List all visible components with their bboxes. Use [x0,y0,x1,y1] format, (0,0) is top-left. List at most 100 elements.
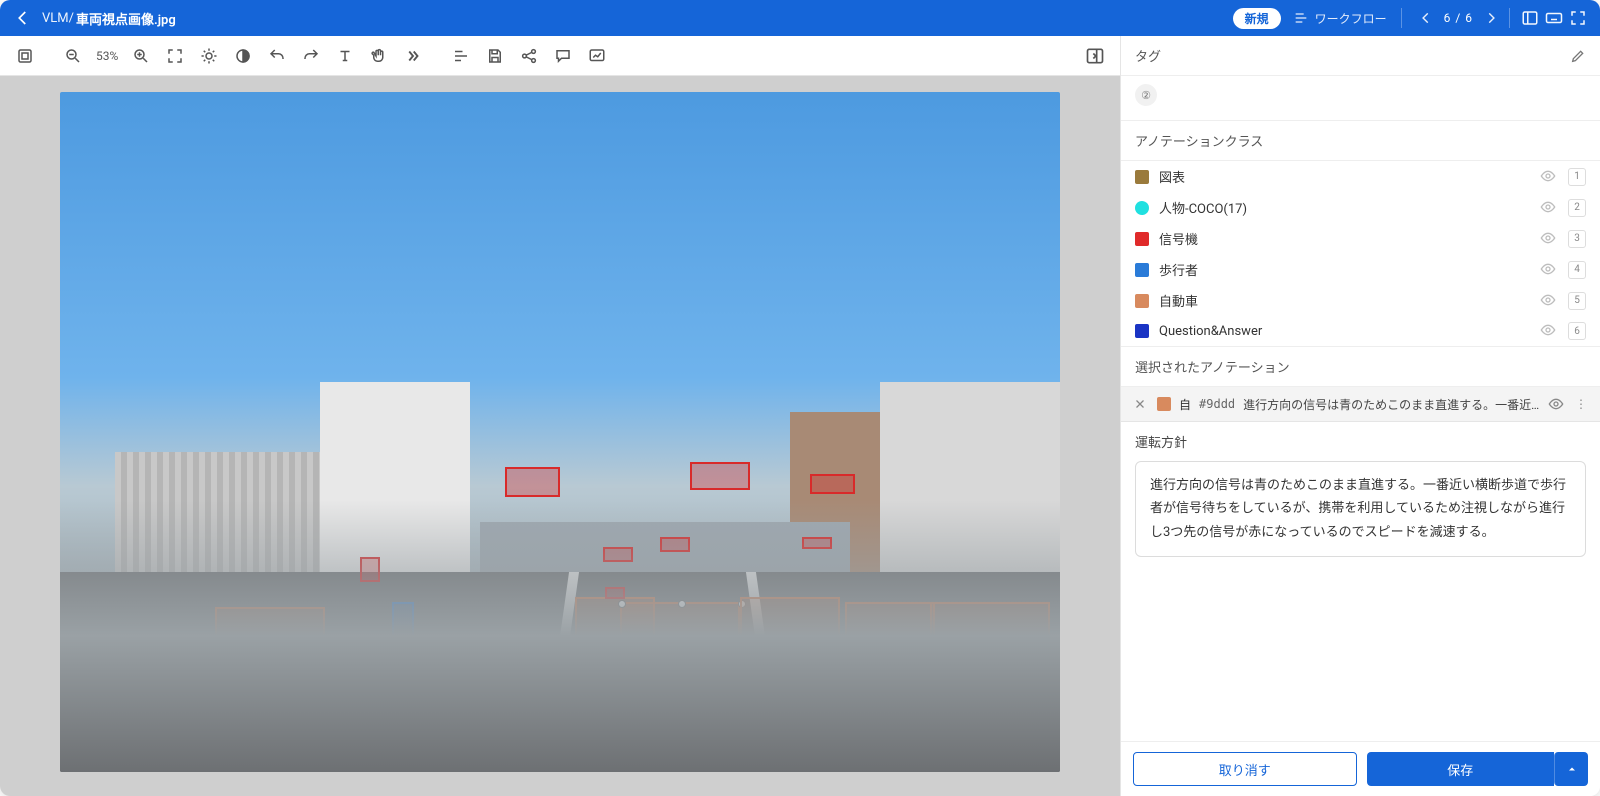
text-tool-icon[interactable] [330,41,360,71]
fullscreen-icon[interactable] [1566,6,1590,30]
visibility-toggle-icon[interactable] [1540,199,1558,217]
class-shortcut: 6 [1568,322,1586,340]
class-swatch [1135,294,1149,308]
canvas-area[interactable] [0,76,1120,796]
keyboard-icon[interactable] [1542,6,1566,30]
attribute-text-input[interactable]: 進行方向の信号は青のためこのまま直進する。一番近い横断歩道で歩行者が信号待ちをし… [1135,461,1586,557]
class-row[interactable]: 図表 1 [1121,161,1600,192]
deselect-icon[interactable] [1131,395,1149,413]
sig-bbox[interactable] [505,467,560,497]
selected-annotations-title: 選択されたアノテーション [1121,346,1600,387]
pan-tool-icon[interactable] [364,41,394,71]
class-label: Question&Answer [1159,324,1530,339]
class-label: 歩行者 [1159,260,1530,279]
class-row[interactable]: 歩行者 4 [1121,254,1600,285]
visibility-toggle-icon[interactable] [1540,292,1558,310]
panel-toggle-icon[interactable] [1518,6,1542,30]
selected-preview-text: 進行方向の信号は青のためこのまま直進する。一番近い横断… [1243,396,1540,413]
contrast-icon[interactable] [228,41,258,71]
breadcrumb-folder[interactable]: VLM/ [42,11,74,26]
sig-bbox[interactable] [690,462,750,490]
resize-handle[interactable] [618,710,626,718]
status-pill-new[interactable]: 新規 [1233,8,1281,29]
resize-handle[interactable] [618,655,626,663]
class-row[interactable]: 信号機 3 [1121,223,1600,254]
tags-title: タグ [1135,46,1161,65]
car-bbox[interactable] [930,602,1050,682]
save-icon[interactable] [480,41,510,71]
comment-icon[interactable] [548,41,578,71]
class-row[interactable]: Question&Answer 6 [1121,316,1600,346]
workflow-menu[interactable]: ワークフロー [1293,10,1387,27]
select-mode-icon[interactable] [10,41,40,71]
next-item-button[interactable] [1481,8,1501,28]
class-shortcut: 1 [1568,168,1586,186]
page-counter: 6 / 6 [1444,11,1473,25]
selected-class-short: 自 [1179,396,1191,413]
save-button[interactable]: 保存 [1367,752,1555,786]
more-tools-icon[interactable] [398,41,428,71]
class-row[interactable]: 自動車 5 [1121,285,1600,316]
breadcrumb: VLM/ 車両視点画像.jpg [42,9,176,28]
resize-handle[interactable] [738,710,746,718]
brightness-icon[interactable] [194,41,224,71]
visibility-toggle-icon[interactable] [1540,230,1558,248]
back-button[interactable] [10,5,36,31]
sig-bbox[interactable] [802,537,832,549]
undo-icon[interactable] [262,41,292,71]
sig-bbox[interactable] [605,587,625,599]
sig-bbox[interactable] [660,537,690,552]
class-shortcut: 5 [1568,292,1586,310]
tag-chip[interactable]: ② [1135,84,1157,106]
car-bbox[interactable] [740,597,840,677]
classes-title: アノテーションクラス [1135,131,1263,150]
cancel-button[interactable]: 取り消す [1133,752,1357,786]
selected-id: #9ddd [1199,397,1235,411]
selected-swatch [1157,397,1171,411]
ped-bbox[interactable] [392,602,414,657]
resize-handle[interactable] [678,600,686,608]
zoom-out-icon[interactable] [58,41,88,71]
sig-bbox[interactable] [360,557,380,582]
sig-bbox[interactable] [810,474,855,494]
collapse-panel-icon[interactable] [1080,41,1110,71]
class-label: 図表 [1159,167,1530,186]
redo-icon[interactable] [296,41,326,71]
prev-item-button[interactable] [1416,8,1436,28]
car-bbox[interactable] [575,597,655,657]
visibility-toggle-icon[interactable] [1548,396,1564,412]
resize-handle[interactable] [678,710,686,718]
resize-handle[interactable] [738,600,746,608]
resize-handle[interactable] [618,600,626,608]
class-label: 人物-COCO(17) [1159,198,1530,217]
top-header: VLM/ 車両視点画像.jpg 新規 ワークフロー 6 / 6 [0,0,1600,36]
visibility-toggle-icon[interactable] [1540,322,1558,340]
resize-handle[interactable] [738,655,746,663]
attribute-label: 運転方針 [1121,422,1600,455]
car-bbox[interactable] [620,602,740,712]
class-swatch [1135,232,1149,246]
zoom-in-icon[interactable] [126,41,156,71]
class-swatch [1135,170,1149,184]
class-swatch [1135,201,1149,215]
sig-bbox[interactable] [603,547,633,562]
class-label: 自動車 [1159,291,1530,310]
page-nav: 6 / 6 [1416,8,1501,28]
visibility-toggle-icon[interactable] [1540,168,1558,186]
share-icon[interactable] [514,41,544,71]
class-row[interactable]: 人物-COCO(17) 2 [1121,192,1600,223]
save-dropdown-button[interactable] [1554,752,1588,786]
fit-screen-icon[interactable] [160,41,190,71]
align-icon[interactable] [446,41,476,71]
image-stage[interactable] [60,92,1060,772]
chart-icon[interactable] [582,41,612,71]
annotation-more-icon[interactable]: ⋮ [1572,397,1590,411]
class-label: 信号機 [1159,229,1530,248]
car-bbox[interactable] [845,602,935,677]
right-panel: タグ ② アノテーションクラス 図表 1 人物-COCO(17) 2 信号機 [1120,36,1600,796]
edit-tags-icon[interactable] [1570,48,1586,64]
selected-annotation-row[interactable]: 自 #9ddd 進行方向の信号は青のためこのまま直進する。一番近い横断… ⋮ [1121,387,1600,422]
class-swatch [1135,324,1149,338]
visibility-toggle-icon[interactable] [1540,261,1558,279]
car-bbox[interactable] [215,607,325,687]
